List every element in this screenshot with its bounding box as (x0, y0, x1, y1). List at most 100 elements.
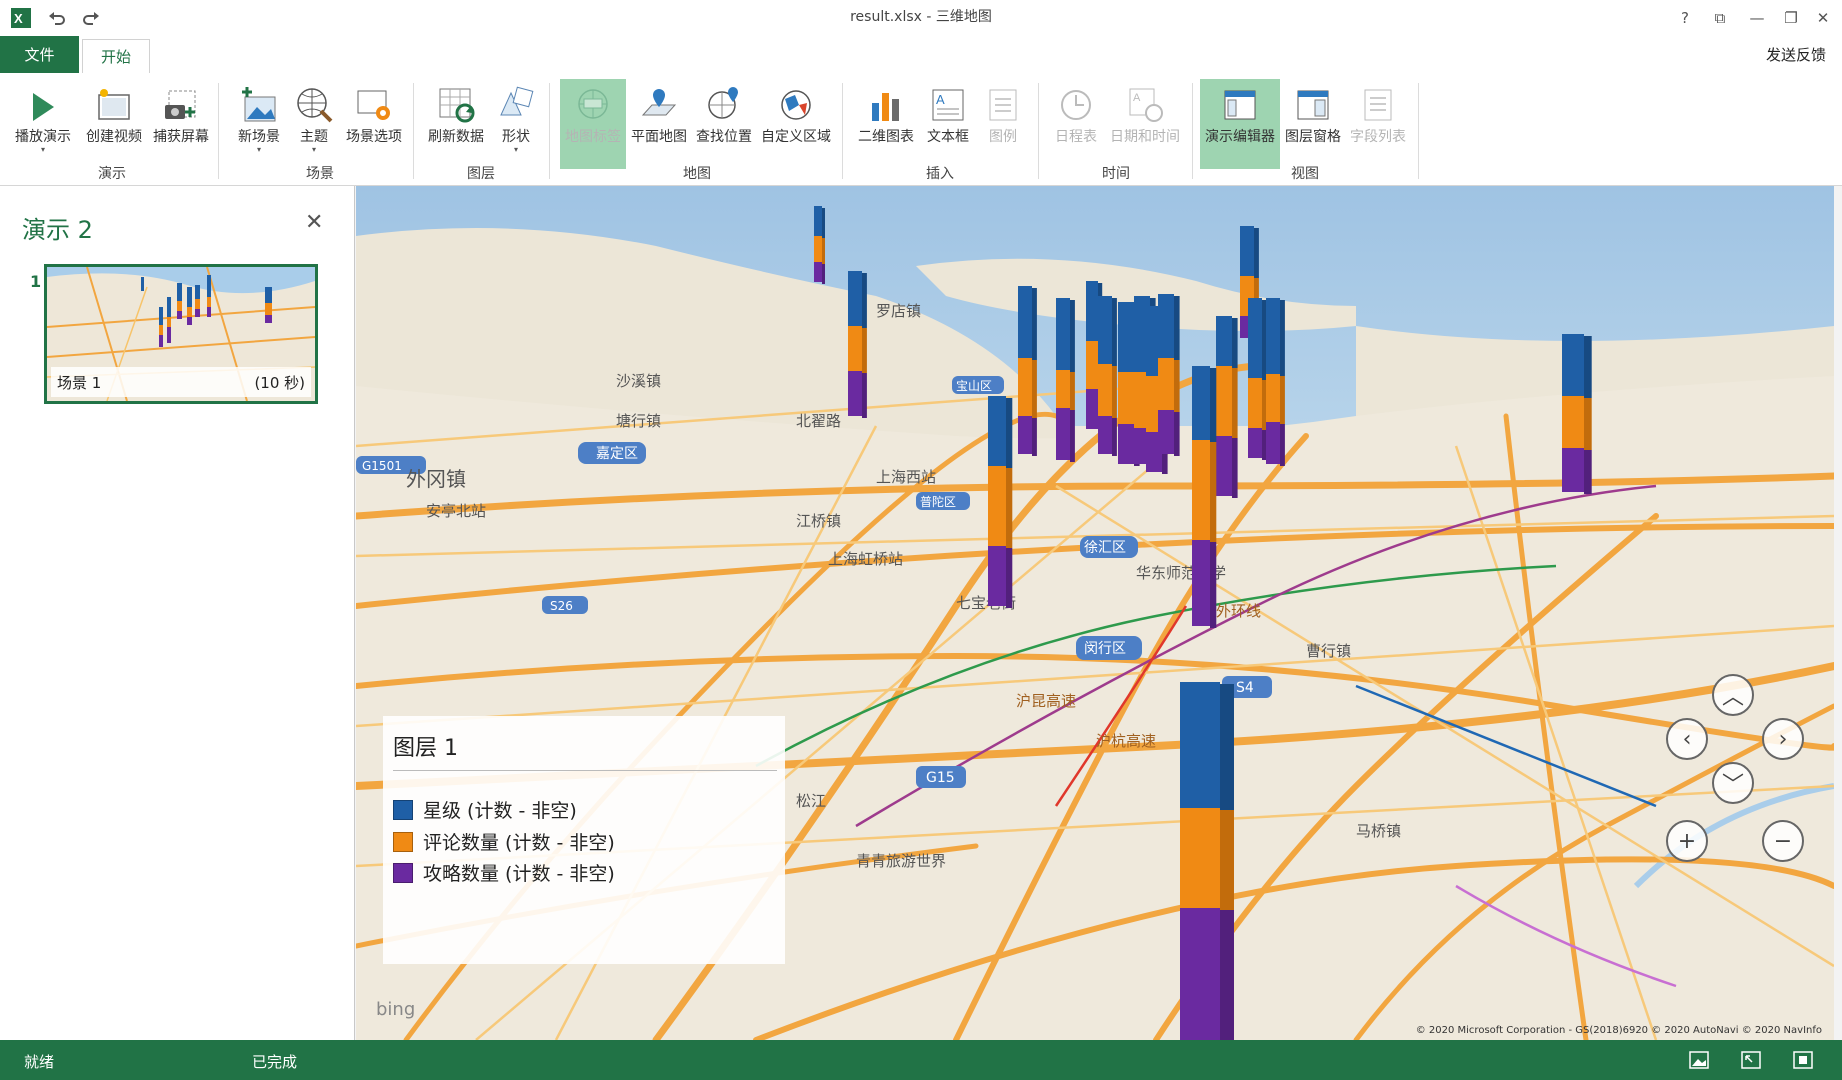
legend-icon (980, 79, 1026, 123)
column-side (1254, 228, 1259, 278)
bing-logo: bing (376, 999, 416, 1020)
create-video-button[interactable]: 创建视频 (80, 79, 148, 169)
ribbon-separator (1192, 83, 1193, 179)
column-side (1070, 410, 1075, 462)
flat-map-button[interactable]: 平面地图 (628, 79, 690, 169)
timeline-button[interactable]: 日程表 (1048, 79, 1104, 169)
ribbon-separator (218, 83, 219, 179)
fit-view-icon[interactable] (1738, 1048, 1764, 1072)
custom-region-button[interactable]: 自定义区域 (758, 79, 834, 169)
date-time-button[interactable]: A 日期和时间 (1106, 79, 1184, 169)
scene-options-button[interactable]: 场景选项 (340, 79, 408, 169)
column-segment (1018, 286, 1032, 358)
column-side (1174, 296, 1180, 360)
close-pane-icon[interactable]: ✕ (305, 210, 323, 235)
group-tour: 演示 (98, 166, 126, 182)
chevron-up-icon: ︿ (1721, 685, 1744, 710)
column-segment (1118, 372, 1134, 424)
minimize-button[interactable]: — (1740, 6, 1774, 30)
column-side (1070, 372, 1075, 410)
flat-map-icon (628, 79, 690, 123)
map-label: 北翟路 (796, 412, 841, 430)
column-side (1070, 300, 1075, 372)
column-segment (1266, 422, 1280, 464)
2d-chart-button[interactable]: 二维图表 (854, 79, 918, 169)
zoom-out-button[interactable]: − (1762, 820, 1804, 862)
scene-thumbnail[interactable]: 场景 1 (10 秒) (44, 264, 318, 404)
status-ready: 就绪 (24, 1053, 55, 1071)
ribbon-separator (1418, 83, 1419, 179)
picture-view-icon[interactable] (1686, 1048, 1712, 1072)
ribbon: 播放演示 ▾ 创建视频 捕获屏幕 演示 新场景 ▾ 主题 ▾ 场景选项 场景 刷新数据… (0, 73, 1842, 186)
maximize-button[interactable]: ❐ (1774, 6, 1808, 30)
map-label: 罗店镇 (876, 302, 921, 320)
bar-chart-icon (854, 79, 918, 123)
column-side (1112, 298, 1117, 366)
custom-region-icon (758, 79, 834, 123)
column-side (1210, 442, 1217, 542)
map-labels-button[interactable]: 地图标签 (560, 79, 626, 169)
scene-duration: (10 秒) (254, 373, 305, 392)
tilt-up-button[interactable]: ︿ (1712, 674, 1754, 716)
tour-editor-pane: 演示 2 ✕ 1 场景 1 (10 秒) (0, 186, 355, 1040)
layer-pane-button[interactable]: 图层窗格 (1282, 79, 1344, 169)
play-tour-button[interactable]: 播放演示 ▾ (10, 79, 76, 169)
column-side (1220, 810, 1234, 910)
field-list-icon (1346, 79, 1410, 123)
restore-ribbon-button[interactable]: ⧉ (1703, 6, 1737, 30)
column-segment (1098, 416, 1112, 454)
send-feedback-button[interactable]: 发送反馈 (1766, 44, 1826, 65)
column-segment (1086, 281, 1098, 341)
svg-text:A: A (936, 92, 945, 107)
tab-file[interactable]: 文件 (0, 36, 79, 73)
column-segment (848, 271, 862, 326)
map-label: 闵行区 (1084, 641, 1126, 657)
column-side (1032, 288, 1037, 360)
column-side (1112, 418, 1117, 456)
close-button[interactable]: ✕ (1806, 6, 1840, 30)
map-label: G1501 (362, 459, 402, 473)
scene-name: 场景 1 (57, 373, 102, 392)
rotate-right-button[interactable]: › (1762, 718, 1804, 760)
field-list-button[interactable]: 字段列表 (1346, 79, 1410, 169)
map-label: 沙溪镇 (616, 372, 661, 390)
tilt-down-button[interactable]: ﹀ (1712, 762, 1754, 804)
tour-title[interactable]: 演示 2 (22, 210, 93, 245)
find-location-button[interactable]: 查找位置 (692, 79, 756, 169)
map-label: 江桥镇 (796, 512, 841, 530)
legend-item: 星级 (计数 - 非空) (393, 796, 577, 823)
column-side (1220, 684, 1234, 810)
column-segment (1118, 424, 1134, 464)
column-segment (814, 206, 822, 236)
column-segment (1192, 366, 1210, 440)
group-scene: 场景 (306, 166, 334, 182)
legend-item: 评论数量 (计数 - 非空) (393, 828, 615, 855)
column-segment (1086, 341, 1098, 389)
3d-map-view[interactable]: 嘉定区 徐汇区 闵行区 宝山区 普陀区 G1501 S4 G15 S26 外冈镇… (356, 186, 1834, 1040)
group-time: 时间 (1102, 166, 1130, 182)
full-screen-icon[interactable] (1790, 1048, 1816, 1072)
minus-icon: − (1773, 828, 1793, 854)
column-side (1584, 336, 1592, 398)
ribbon-separator (1038, 83, 1039, 179)
shape-button[interactable]: 形状 ▾ (494, 79, 538, 169)
tour-editor-button[interactable]: 演示编辑器 (1200, 79, 1280, 169)
rotate-left-button[interactable]: ‹ (1666, 718, 1708, 760)
map-label: S26 (550, 599, 573, 613)
map-label: S4 (1236, 680, 1254, 696)
new-scene-icon (232, 79, 286, 123)
tour-editor-icon (1200, 79, 1280, 123)
column-segment (1180, 908, 1220, 1040)
theme-button[interactable]: 主题 ▾ (292, 79, 336, 169)
tab-home[interactable]: 开始 (82, 39, 150, 74)
legend-button[interactable]: 图例 (980, 79, 1026, 169)
refresh-data-button[interactable]: 刷新数据 (424, 79, 488, 169)
legend-panel[interactable]: 图层 1 星级 (计数 - 非空) 评论数量 (计数 - 非空) 攻略数量 (计… (383, 716, 785, 964)
zoom-in-button[interactable]: + (1666, 820, 1708, 862)
capture-screen-button[interactable]: 捕获屏幕 (148, 79, 214, 169)
textbox-button[interactable]: A 文本框 (922, 79, 974, 169)
column-segment (1180, 682, 1220, 808)
help-button[interactable]: ? (1668, 6, 1702, 30)
column-segment (1192, 440, 1210, 540)
new-scene-button[interactable]: 新场景 ▾ (232, 79, 286, 169)
